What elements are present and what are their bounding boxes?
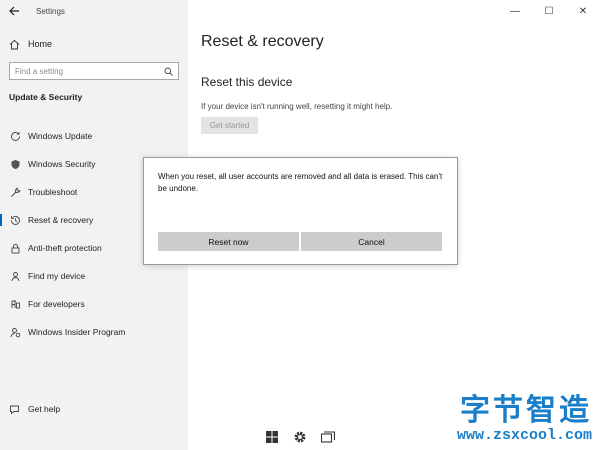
- get-help-label: Get help: [28, 404, 61, 414]
- home-nav-item[interactable]: Home: [9, 36, 52, 52]
- shield-icon: [9, 159, 21, 170]
- taskbar: [263, 428, 337, 446]
- search-box[interactable]: [9, 62, 179, 80]
- reset-confirm-dialog: When you reset, all user accounts are re…: [143, 157, 458, 265]
- maximize-button[interactable]: ☐: [532, 0, 566, 22]
- home-icon: [9, 39, 21, 50]
- section-description: If your device isn't running well, reset…: [201, 102, 393, 111]
- close-icon: ✕: [578, 5, 588, 17]
- sidebar-item-windows-insider[interactable]: Windows Insider Program: [0, 318, 188, 346]
- sidebar-item-find-my-device[interactable]: Find my device: [0, 262, 188, 290]
- back-arrow-icon: [8, 6, 19, 16]
- title-bar: Settings: [0, 0, 188, 22]
- close-button[interactable]: ✕: [566, 0, 600, 22]
- task-view-icon[interactable]: [319, 428, 337, 446]
- minimize-button[interactable]: —: [498, 0, 532, 22]
- get-help-link[interactable]: Get help: [9, 402, 60, 416]
- search-icon[interactable]: [163, 67, 173, 76]
- sidebar-item-label: Find my device: [28, 271, 86, 281]
- cancel-button[interactable]: Cancel: [301, 232, 442, 251]
- history-icon: [9, 215, 21, 226]
- sidebar-item-label: Windows Insider Program: [28, 327, 126, 337]
- page-title: Reset & recovery: [201, 33, 324, 50]
- windows-start-icon[interactable]: [263, 428, 281, 446]
- dialog-message: When you reset, all user accounts are re…: [158, 172, 443, 193]
- sidebar-item-for-developers[interactable]: For developers: [0, 290, 188, 318]
- sidebar-item-label: Windows Security: [28, 159, 96, 169]
- developer-icon: [9, 299, 21, 310]
- search-input[interactable]: [15, 66, 163, 76]
- get-started-button[interactable]: Get started: [201, 117, 258, 134]
- sidebar-item-label: Windows Update: [28, 131, 93, 141]
- watermark-chinese: 字节智造: [460, 393, 592, 428]
- sidebar-item-label: Anti-theft protection: [28, 243, 102, 253]
- sidebar-item-label: Troubleshoot: [28, 187, 78, 197]
- minimize-icon: —: [510, 5, 520, 17]
- insider-icon: [9, 327, 21, 338]
- sidebar-item-label: For developers: [28, 299, 85, 309]
- back-button[interactable]: [0, 0, 28, 22]
- home-label: Home: [28, 39, 53, 49]
- app-title: Settings: [36, 6, 65, 16]
- refresh-icon: [9, 131, 21, 142]
- reset-now-button[interactable]: Reset now: [158, 232, 299, 251]
- maximize-icon: ☐: [544, 5, 554, 17]
- section-heading: Reset this device: [201, 75, 293, 89]
- chat-help-icon: [9, 404, 21, 415]
- watermark-url: www.zsxcool.com: [456, 427, 592, 444]
- wrench-icon: [9, 187, 21, 198]
- sidebar-item-label: Reset & recovery: [28, 215, 94, 225]
- person-pin-icon: [9, 271, 21, 282]
- settings-gear-icon[interactable]: [291, 428, 309, 446]
- section-title: Update & Security: [9, 92, 83, 102]
- window-controls: — ☐ ✕: [498, 0, 600, 22]
- lock-icon: [9, 243, 21, 254]
- sidebar-item-windows-update[interactable]: Windows Update: [0, 122, 188, 150]
- watermark: 字节智造 www.zsxcool.com: [457, 394, 592, 444]
